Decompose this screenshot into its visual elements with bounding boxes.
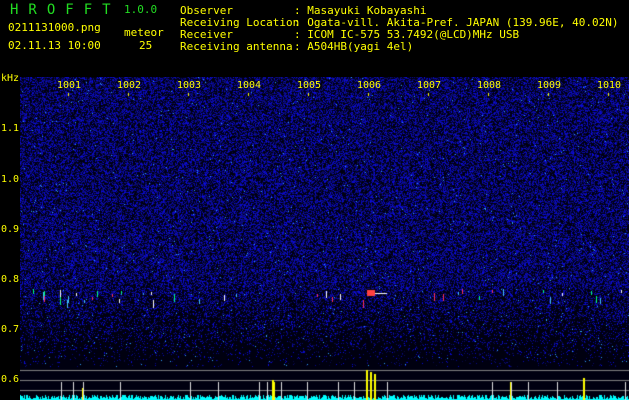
spectrogram — [20, 77, 629, 400]
y-tick-label: 1.1 — [1, 123, 20, 134]
x-tick-label: 1005 — [297, 80, 322, 91]
app-logo: HROFFT — [10, 2, 121, 18]
y-tick-label: 0.6 — [1, 374, 20, 385]
y-tick-label: 0.7 — [1, 324, 20, 335]
meteor-label: meteor — [124, 26, 164, 39]
x-tick-label: 1010 — [597, 80, 622, 91]
app-version: 1.0.0 — [124, 3, 158, 16]
x-tick-label: 1006 — [357, 80, 382, 91]
x-tick-label: 1009 — [537, 80, 562, 91]
x-tick-label: 1001 — [57, 80, 82, 91]
x-tick-label: 1002 — [117, 80, 142, 91]
x-tick-label: 1004 — [237, 80, 262, 91]
file-name: 0211131000.png — [8, 21, 101, 34]
y-tick-label: 0.9 — [1, 224, 20, 235]
x-tick-label: 1008 — [477, 80, 502, 91]
x-tick-label: 1007 — [417, 80, 442, 91]
y-tick-label: 1.0 — [1, 174, 20, 185]
meteor-count: 25 — [139, 39, 153, 52]
info-label: Receiving antenna — [180, 40, 293, 53]
y-axis-unit: kHz — [1, 73, 20, 84]
y-tick-label: 0.8 — [1, 274, 20, 285]
info-value: : A504HB(yagi 4el) — [294, 40, 414, 53]
file-datetime: 02.11.13 10:00 — [8, 39, 101, 52]
x-tick-label: 1003 — [177, 80, 202, 91]
